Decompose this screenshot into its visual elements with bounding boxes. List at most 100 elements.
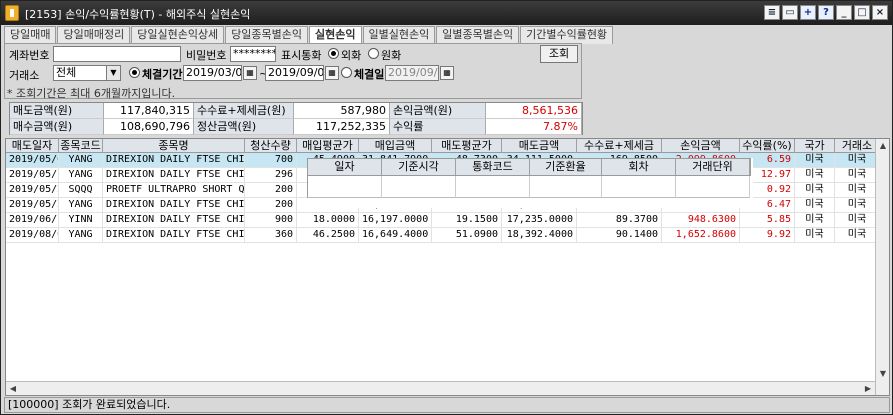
fee-tax-value: 587,980 [294, 103, 390, 119]
cell-country: 미국 [795, 198, 835, 213]
column-header-symbol[interactable]: 종목코드 [59, 139, 103, 153]
date-from-field[interactable]: 2019/03/01 [183, 65, 242, 81]
password-label: 비밀번호 [186, 49, 227, 62]
title-bar: [2153] 손익/수익률현황(T) - 해외주식 실현손익 ≡ ▭ + ? _… [1, 1, 892, 25]
table-row[interactable]: 2019/08/01YANGDIREXION DAILY FTSE CHINA … [6, 228, 880, 243]
cell-quantity: 360 [245, 228, 297, 243]
cell-stock-name: DIREXION DAILY FTSE CHINA B [103, 153, 245, 168]
column-header-quantity[interactable]: 청산수량 [245, 139, 297, 153]
column-header-sell-date[interactable]: 매도일자 [6, 139, 59, 153]
close-button[interactable]: × [872, 5, 888, 20]
exchange-select[interactable]: 전체 ▼ [53, 65, 121, 81]
tab-bar: 당일매매 당일매매정리 당일실현손익상세 당일종목별손익 실현손익 일별실현손익… [4, 26, 614, 45]
cell-symbol: YANG [59, 198, 103, 213]
table-row[interactable]: 2019/06/11YINNDIREXION DAILY FTSE CHINA … [6, 213, 880, 228]
cell-stock-name: DIREXION DAILY FTSE CHINA B [103, 168, 245, 183]
column-header-fee-tax[interactable]: 수수료+제세금 [577, 139, 662, 153]
calendar-icon[interactable]: ▦ [440, 66, 454, 80]
date-to-field[interactable]: 2019/09/01 [265, 65, 324, 81]
cell-pnl-amount: 1,652.8600 [662, 228, 740, 243]
link-icon[interactable]: ▭ [782, 5, 798, 20]
fx-column-header[interactable]: 통화코드 [456, 159, 530, 175]
tab-daily-trade-summary[interactable]: 당일매매정리 [57, 26, 131, 44]
cell-fee-tax: 89.3700 [577, 213, 662, 228]
add-icon[interactable]: + [800, 5, 816, 20]
help-icon[interactable]: ? [818, 5, 834, 20]
pnl-label: 손익금액(원) [390, 103, 486, 119]
column-header-sell-amount[interactable]: 매도금액 [502, 139, 577, 153]
cell-quantity: 900 [245, 213, 297, 228]
fx-column-header[interactable]: 기준시각 [382, 159, 456, 175]
column-header-buy-avg-price[interactable]: 매입평균가 [297, 139, 359, 153]
tab-daily-stock[interactable]: 일별종목별손익 [436, 26, 520, 44]
exchange-label: 거래소 [9, 69, 40, 82]
cell-stock-name: PROETF ULTRAPRO SHORT QQQ [103, 183, 245, 198]
column-header-buy-amount[interactable]: 매입금액 [359, 139, 432, 153]
fx-row [307, 176, 750, 198]
scroll-right-icon[interactable]: ▶ [861, 382, 875, 396]
fx-column-header[interactable]: 회차 [602, 159, 676, 175]
calendar-icon[interactable]: ▦ [243, 66, 257, 80]
fx-cell [382, 176, 456, 198]
cell-symbol: SQQQ [59, 183, 103, 198]
column-header-pnl-amount[interactable]: 손익금액 [662, 139, 740, 153]
cell-stock-name: DIREXION DAILY FTSE CHINA B [103, 213, 245, 228]
fx-rate-table: 일자 기준시각 통화코드 기준환율 회차 거래단위 [307, 158, 753, 208]
tab-daily-realized-detail[interactable]: 당일실현손익상세 [131, 26, 225, 44]
account-field[interactable] [53, 46, 181, 62]
column-header-stock-name[interactable]: 종목명 [103, 139, 245, 153]
day-radio[interactable] [341, 67, 352, 78]
buy-amount-label: 매수금액(원) [10, 119, 104, 135]
currency-foreign-radio[interactable] [328, 48, 339, 59]
cell-buy-avg-price: 18.0000 [297, 213, 359, 228]
cell-sell-amount: 17,235.0000 [502, 213, 577, 228]
cell-exchange: 미국 [835, 183, 880, 198]
cell-country: 미국 [795, 213, 835, 228]
scroll-down-icon[interactable]: ▼ [876, 367, 890, 381]
fx-cell [676, 176, 750, 198]
fx-column-header[interactable]: 기준환율 [530, 159, 602, 175]
cell-quantity: 200 [245, 198, 297, 213]
summary-row: 매수금액(원) 108,690,796 정산금액(원) 117,252,335 … [10, 119, 582, 135]
cell-sell-date: 2019/05/29 [6, 198, 59, 213]
menu-icon[interactable]: ≡ [764, 5, 780, 20]
fx-cell [456, 176, 530, 198]
day-field[interactable]: 2019/09/16 [385, 65, 439, 81]
tab-period-return[interactable]: 기간별수익률현황 [520, 26, 614, 44]
column-header-exchange[interactable]: 거래소 [835, 139, 880, 153]
horizontal-scrollbar[interactable]: ◀ ▶ [6, 381, 875, 395]
scroll-left-icon[interactable]: ◀ [6, 382, 20, 396]
cell-fee-tax: 90.1400 [577, 228, 662, 243]
tab-daily-stock-pnl[interactable]: 당일종목별손익 [225, 26, 309, 44]
column-header-sell-avg-price[interactable]: 매도평균가 [432, 139, 502, 153]
fx-column-header[interactable]: 거래단위 [676, 159, 750, 175]
minimize-button[interactable]: _ [836, 5, 852, 20]
maximize-button[interactable]: □ [854, 5, 870, 20]
cell-stock-name: DIREXION DAILY FTSE CHINA B [103, 228, 245, 243]
return-value: 7.87% [486, 119, 582, 135]
password-field[interactable]: ******** [230, 46, 276, 62]
tab-daily-trade[interactable]: 당일매매 [4, 26, 57, 44]
column-header-country[interactable]: 국가 [795, 139, 835, 153]
fx-column-header[interactable]: 일자 [308, 159, 382, 175]
vertical-scrollbar[interactable]: ▲ ▼ [875, 139, 889, 395]
calendar-icon[interactable]: ▦ [325, 66, 339, 80]
cell-symbol: YANG [59, 153, 103, 168]
currency-foreign-label: 외화 [341, 49, 362, 62]
grid-header: 매도일자 종목코드 종목명 청산수량 매입평균가 매입금액 매도평균가 매도금액 수수료+제세금… [6, 139, 880, 153]
chevron-down-icon[interactable]: ▼ [106, 66, 120, 80]
column-header-return-rate[interactable]: 수익률(%) [740, 139, 795, 153]
cell-return-rate: 9.92 [740, 228, 795, 243]
summary-row: 매도금액(원) 117,840,315 수수료+제세금(원) 587,980 손… [10, 103, 582, 119]
tab-daily-realized[interactable]: 일별실현손익 [362, 26, 436, 44]
currency-krw-radio[interactable] [368, 48, 379, 59]
query-button[interactable]: 조회 [540, 45, 578, 63]
settle-label: 정산금액(원) [194, 119, 294, 135]
cell-quantity: 200 [245, 183, 297, 198]
period-radio[interactable] [129, 67, 140, 78]
currency-label: 표시통화 [281, 49, 322, 62]
cell-sell-avg-price: 19.1500 [432, 213, 502, 228]
period-note: * 조회기간은 최대 6개월까지입니다. [7, 87, 176, 100]
fx-cell [308, 176, 382, 198]
scroll-up-icon[interactable]: ▲ [876, 139, 890, 153]
